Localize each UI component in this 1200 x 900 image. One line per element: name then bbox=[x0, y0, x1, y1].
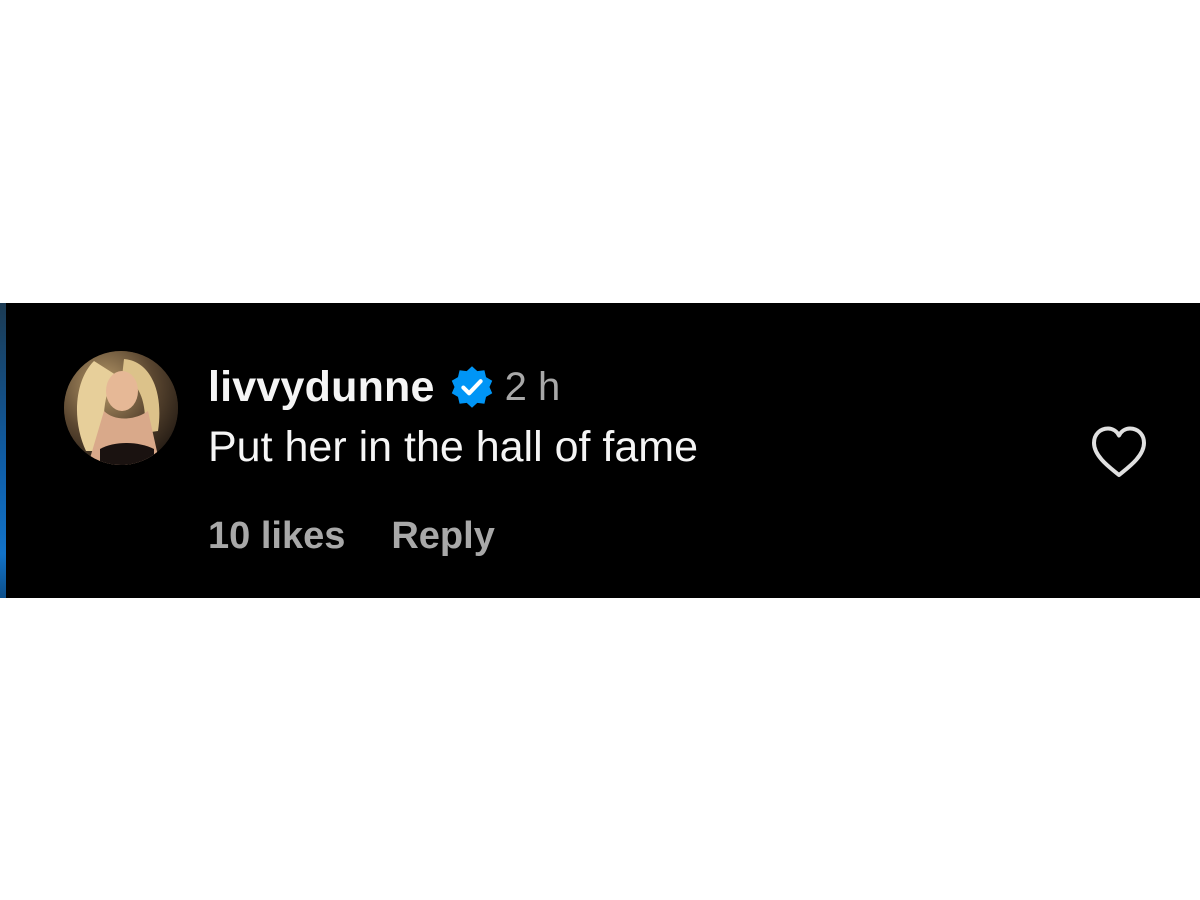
verified-badge-icon bbox=[451, 366, 492, 408]
avatar[interactable] bbox=[64, 351, 178, 465]
reply-button[interactable]: Reply bbox=[391, 515, 494, 558]
comment-panel: livvydunne 2 h Put her in the hall of fa… bbox=[0, 303, 1200, 598]
heart-icon[interactable] bbox=[1090, 425, 1148, 479]
comment-footer: 10 likes Reply bbox=[208, 515, 495, 558]
left-edge-strip bbox=[0, 303, 6, 598]
avatar-image bbox=[64, 351, 178, 465]
likes-count[interactable]: 10 likes bbox=[208, 515, 345, 558]
timestamp: 2 h bbox=[504, 364, 561, 409]
comment-header: livvydunne 2 h bbox=[208, 361, 560, 413]
username[interactable]: livvydunne bbox=[208, 363, 435, 412]
comment-text: Put her in the hall of fame bbox=[208, 423, 699, 471]
